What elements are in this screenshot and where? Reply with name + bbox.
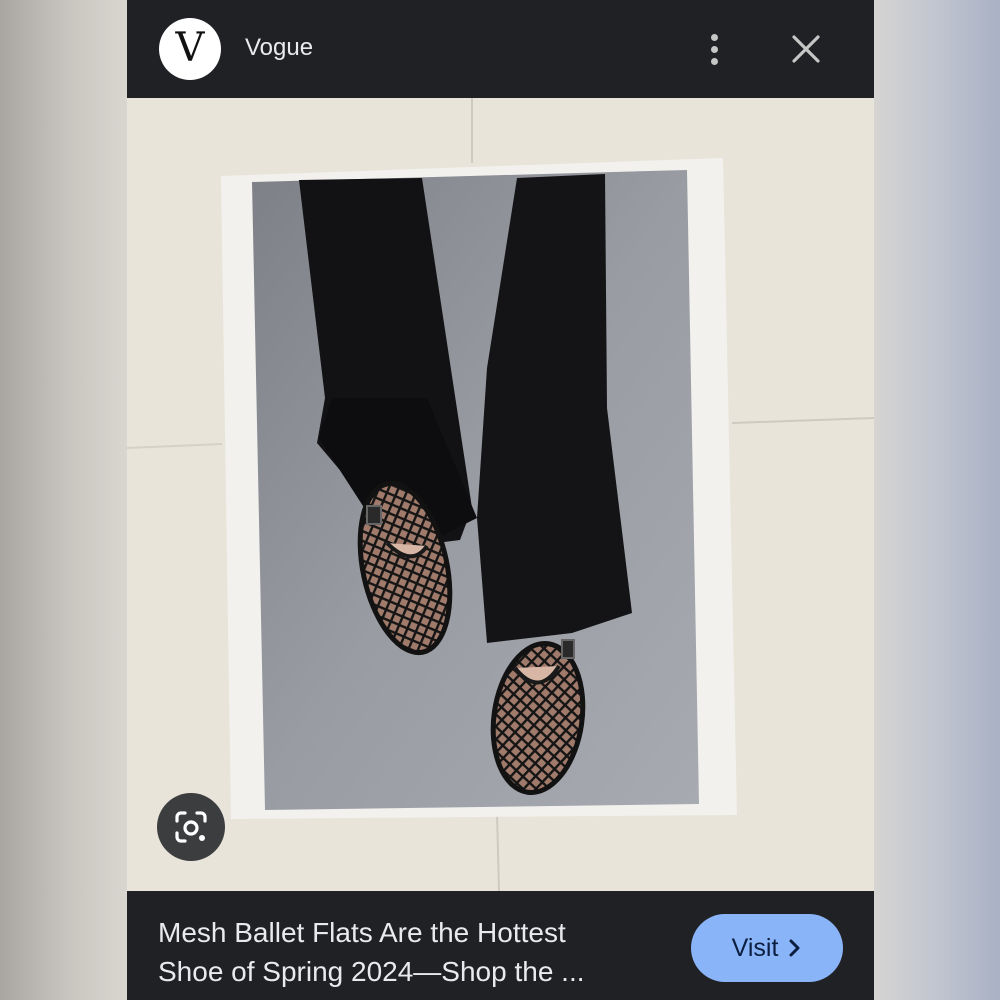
chevron-right-icon <box>789 939 800 957</box>
preview-header: V Vogue <box>127 0 874 98</box>
more-vert-icon[interactable] <box>697 26 731 72</box>
background-right-blur <box>874 0 1000 1000</box>
image-preview-panel: V Vogue Mesh Ballet Flats Are the Hottes… <box>127 0 874 1000</box>
more-dot <box>710 45 718 53</box>
preview-footer: Mesh Ballet Flats Are the Hottest Shoe o… <box>127 891 874 1000</box>
visit-button-label: Visit <box>731 933 779 962</box>
site-logo-avatar[interactable]: V <box>159 18 221 80</box>
more-dot <box>710 57 718 65</box>
background-left-blur <box>0 0 127 1000</box>
result-title-link[interactable]: Mesh Ballet Flats Are the Hottest Shoe o… <box>158 913 658 991</box>
preview-image[interactable] <box>127 98 874 891</box>
close-icon[interactable] <box>787 30 825 68</box>
lens-camera-icon[interactable] <box>157 793 225 861</box>
site-logo-letter: V <box>175 25 205 71</box>
screen: V Vogue Mesh Ballet Flats Are the Hottes… <box>0 0 1000 1000</box>
result-title-line: Shoe of Spring 2024—Shop the ... <box>158 956 585 987</box>
site-name[interactable]: Vogue <box>245 32 313 64</box>
visit-button[interactable]: Visit <box>691 914 843 982</box>
result-title-line: Mesh Ballet Flats Are the Hottest <box>158 917 566 948</box>
more-dot <box>710 33 718 41</box>
photo-illustration <box>127 98 874 891</box>
